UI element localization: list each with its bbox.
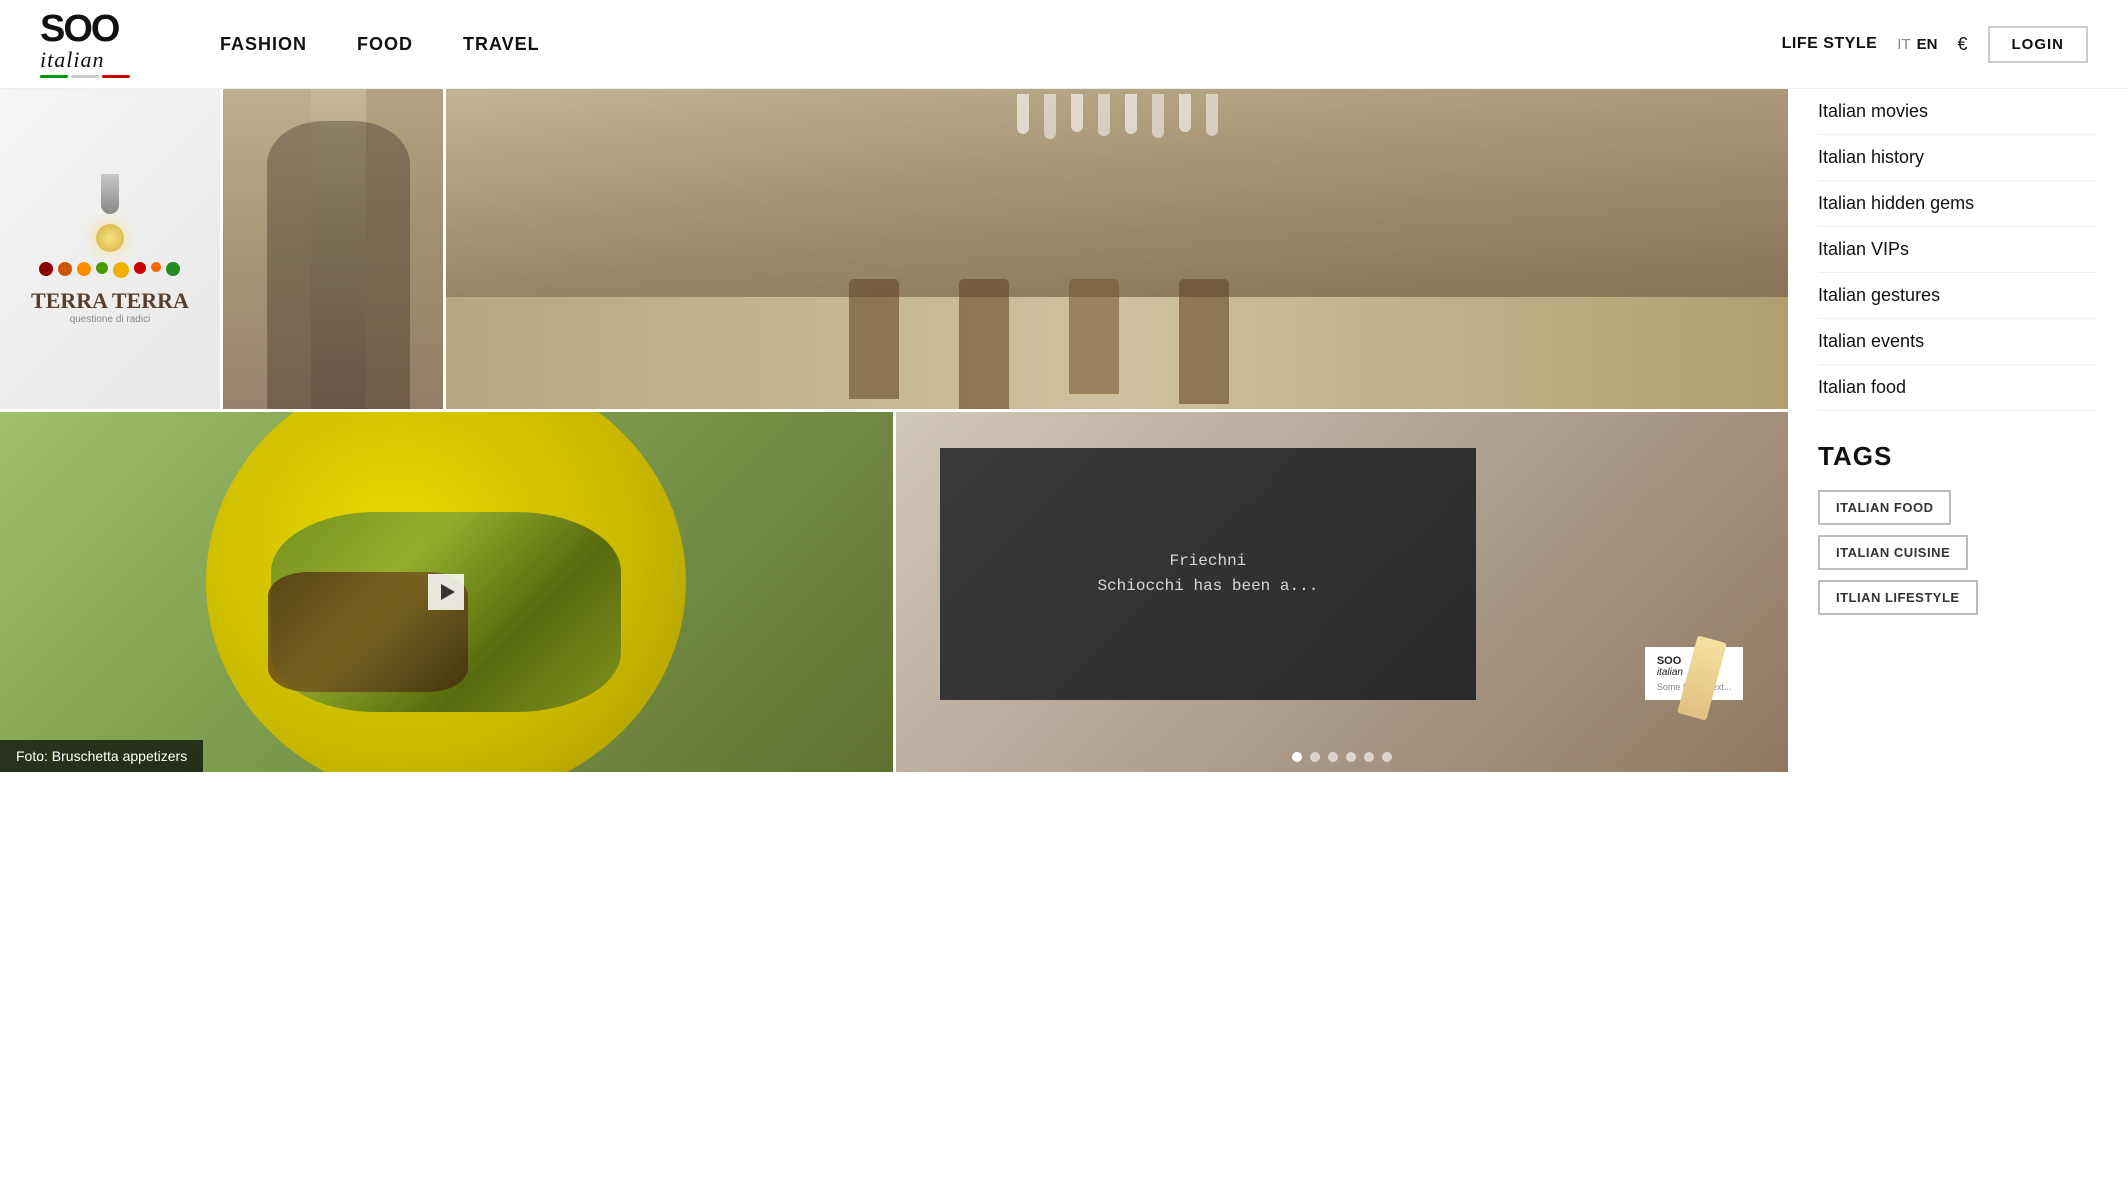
carousel-dot-3[interactable] — [1328, 752, 1338, 762]
bar-image[interactable] — [446, 89, 1788, 409]
sidebar-item-movies[interactable]: Italian movies — [1818, 89, 2098, 135]
language-switcher: IT EN — [1897, 36, 1937, 53]
header-right: LIFE STYLE IT EN € LOGIN — [1782, 26, 2088, 63]
couple-image[interactable] — [223, 89, 443, 409]
login-button[interactable]: LOGIN — [1988, 26, 2089, 63]
sidebar-links: Italian movies Italian history Italian h… — [1818, 89, 2098, 411]
chalkboard: Friechni Schiocchi has been a... — [940, 448, 1476, 700]
currency-selector[interactable]: € — [1957, 34, 1967, 55]
carousel-dot-1[interactable] — [1292, 752, 1302, 762]
terra-terra-image[interactable]: TERRA TERRA questione di radici — [0, 89, 220, 409]
tag-itlian-lifestyle[interactable]: ITLIAN LIFESTYLE — [1818, 580, 1978, 615]
sidebar-item-hidden-gems[interactable]: Italian hidden gems — [1818, 181, 2098, 227]
sidebar-link-food[interactable]: Italian food — [1818, 377, 1906, 397]
site-header: SOO italian FASHION FOOD TRAVEL LIFE STY… — [0, 0, 2128, 89]
video-play-button[interactable] — [428, 574, 464, 610]
sidebar-link-history[interactable]: Italian history — [1818, 147, 1924, 167]
chalkboard-image[interactable]: Friechni Schiocchi has been a... SOO ita… — [896, 412, 1789, 772]
sidebar-link-events[interactable]: Italian events — [1818, 331, 1924, 351]
sidebar-item-gestures[interactable]: Italian gestures — [1818, 273, 2098, 319]
sidebar-link-movies[interactable]: Italian movies — [1818, 101, 1928, 121]
food-caption: Foto: Bruschetta appetizers — [0, 740, 203, 772]
sidebar-link-hidden-gems[interactable]: Italian hidden gems — [1818, 193, 1974, 213]
main-nav: FASHION FOOD TRAVEL — [220, 34, 1782, 55]
play-triangle-icon — [441, 584, 455, 600]
carousel-dot-6[interactable] — [1382, 752, 1392, 762]
carousel-dots — [1292, 752, 1392, 762]
tag-italian-cuisine[interactable]: ITALIAN CUISINE — [1818, 535, 1968, 570]
tags-section: TAGS ITALIAN FOOD ITALIAN CUISINE ITLIAN… — [1818, 441, 2098, 615]
lang-en[interactable]: EN — [1917, 36, 1938, 53]
nav-fashion[interactable]: FASHION — [220, 34, 307, 55]
chalk-text: Friechni Schiocchi has been a... — [1087, 539, 1328, 610]
page-body: TERRA TERRA questione di radici — [0, 89, 2128, 772]
tags-heading: TAGS — [1818, 441, 2098, 472]
food-image[interactable]: Foto: Bruschetta appetizers — [0, 412, 893, 772]
carousel-dot-4[interactable] — [1346, 752, 1356, 762]
logo-soo: SOO — [40, 10, 118, 48]
logo-italic: italian — [40, 48, 104, 72]
sidebar-item-events[interactable]: Italian events — [1818, 319, 2098, 365]
nav-travel[interactable]: TRAVEL — [463, 34, 540, 55]
terra-sub: questione di radici — [31, 314, 189, 325]
sidebar-link-vips[interactable]: Italian VIPs — [1818, 239, 1909, 259]
main-content: TERRA TERRA questione di radici — [0, 89, 1788, 772]
logo-underline — [40, 75, 130, 78]
lang-it[interactable]: IT — [1897, 36, 1910, 53]
carousel-dot-5[interactable] — [1364, 752, 1374, 762]
sidebar-item-vips[interactable]: Italian VIPs — [1818, 227, 2098, 273]
sidebar-item-history[interactable]: Italian history — [1818, 135, 2098, 181]
image-grid-top: TERRA TERRA questione di radici — [0, 89, 1788, 409]
nav-food[interactable]: FOOD — [357, 34, 413, 55]
carousel-dot-2[interactable] — [1310, 752, 1320, 762]
sidebar-link-gestures[interactable]: Italian gestures — [1818, 285, 1940, 305]
terra-title: TERRA TERRA — [31, 288, 189, 314]
lifestyle-link[interactable]: LIFE STYLE — [1782, 35, 1878, 53]
image-grid-bottom: Foto: Bruschetta appetizers Friechni Sch… — [0, 412, 1788, 772]
sidebar-item-food[interactable]: Italian food — [1818, 365, 2098, 411]
logo[interactable]: SOO italian — [40, 10, 160, 78]
tag-italian-food[interactable]: ITALIAN FOOD — [1818, 490, 1951, 525]
sidebar: Italian movies Italian history Italian h… — [1788, 89, 2128, 772]
tags-container: ITALIAN FOOD ITALIAN CUISINE ITLIAN LIFE… — [1818, 490, 2098, 615]
